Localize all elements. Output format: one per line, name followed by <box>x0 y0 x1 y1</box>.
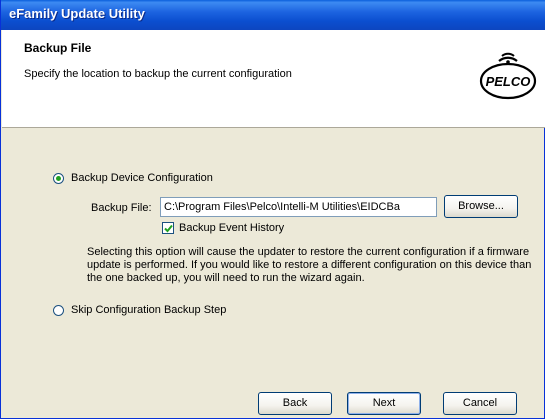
window-title: eFamily Update Utility <box>9 6 145 21</box>
backup-file-label: Backup File: <box>91 202 152 214</box>
back-button[interactable]: Back <box>258 392 332 415</box>
skip-backup-label[interactable]: Skip Configuration Backup Step <box>71 304 226 316</box>
event-history-checkbox[interactable] <box>162 222 174 234</box>
event-history-label[interactable]: Backup Event History <box>179 222 284 234</box>
wizard-content: Backup Device Configuration Backup File:… <box>2 128 545 418</box>
wizard-window: eFamily Update Utility Backup File Speci… <box>0 0 545 419</box>
checkmark-icon <box>164 224 173 233</box>
cancel-button[interactable]: Cancel <box>443 392 517 415</box>
backup-device-label[interactable]: Backup Device Configuration <box>71 172 213 184</box>
backup-description: Selecting this option will cause the upd… <box>87 246 532 284</box>
page-title: Backup File <box>24 41 92 55</box>
backup-file-input[interactable]: C:\Program Files\Pelco\Intelli-M Utiliti… <box>160 197 437 217</box>
svg-text:PELCO: PELCO <box>486 74 531 89</box>
wizard-header: Backup File Specify the location to back… <box>2 30 545 128</box>
pelco-logo: PELCO <box>479 52 537 100</box>
title-bar[interactable]: eFamily Update Utility <box>1 0 545 30</box>
backup-device-radio[interactable] <box>53 173 64 184</box>
page-subtitle: Specify the location to backup the curre… <box>24 68 292 80</box>
browse-button[interactable]: Browse... <box>444 195 518 218</box>
skip-backup-radio[interactable] <box>53 305 64 316</box>
next-button[interactable]: Next <box>347 392 421 415</box>
